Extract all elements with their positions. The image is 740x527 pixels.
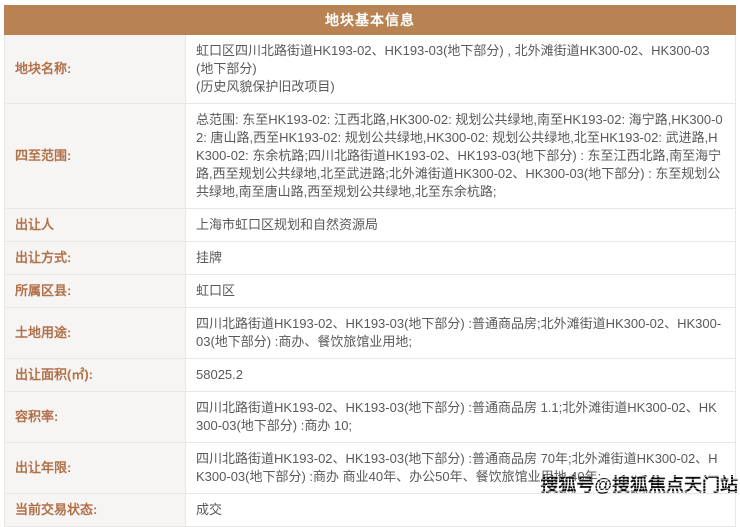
row-label: 四至范围: <box>5 104 186 209</box>
row-value: 虹口区 <box>186 275 736 308</box>
table-row: 出让方式:挂牌 <box>5 242 736 275</box>
table-row: 土地用途:四川北路街道HK193-02、HK193-03(地下部分) :普通商品… <box>5 308 736 359</box>
table-row: 出让面积(㎡):58025.2 <box>5 359 736 392</box>
row-label: 容积率: <box>5 392 186 443</box>
row-label: 地块名称: <box>5 35 186 104</box>
row-value: 成交 <box>186 494 736 527</box>
row-label: 出让人 <box>5 209 186 242</box>
row-value: 58025.2 <box>186 359 736 392</box>
table-row: 出让人上海市虹口区规划和自然资源局 <box>5 209 736 242</box>
row-label: 所属区县: <box>5 275 186 308</box>
row-label: 出让方式: <box>5 242 186 275</box>
table-row: 当前交易状态:成交 <box>5 494 736 527</box>
parcel-info-table: 地块基本信息 地块名称:虹口区四川北路街道HK193-02、HK193-03(地… <box>4 5 736 527</box>
table-title: 地块基本信息 <box>5 6 736 35</box>
row-label: 土地用途: <box>5 308 186 359</box>
row-value: 上海市虹口区规划和自然资源局 <box>186 209 736 242</box>
sohu-watermark: 搜狐号@搜狐焦点天门站 <box>540 471 738 497</box>
row-value: 四川北路街道HK193-02、HK193-03(地下部分) :普通商品房;北外滩… <box>186 308 736 359</box>
row-value: 挂牌 <box>186 242 736 275</box>
row-value: 总范围: 东至HK193-02: 江西北路,HK300-02: 规划公共绿地,南… <box>186 104 736 209</box>
row-value: 虹口区四川北路街道HK193-02、HK193-03(地下部分) , 北外滩街道… <box>186 35 736 104</box>
row-label: 出让年限: <box>5 443 186 494</box>
parcel-table-body: 地块名称:虹口区四川北路街道HK193-02、HK193-03(地下部分) , … <box>5 35 736 527</box>
row-label: 出让面积(㎡): <box>5 359 186 392</box>
table-row: 地块名称:虹口区四川北路街道HK193-02、HK193-03(地下部分) , … <box>5 35 736 104</box>
table-row: 容积率:四川北路街道HK193-02、HK193-03(地下部分) :普通商品房… <box>5 392 736 443</box>
table-row: 所属区县:虹口区 <box>5 275 736 308</box>
page: 地块基本信息 地块名称:虹口区四川北路街道HK193-02、HK193-03(地… <box>0 0 740 505</box>
table-header-row: 地块基本信息 <box>5 6 736 35</box>
row-label: 当前交易状态: <box>5 494 186 527</box>
table-row: 四至范围:总范围: 东至HK193-02: 江西北路,HK300-02: 规划公… <box>5 104 736 209</box>
row-value: 四川北路街道HK193-02、HK193-03(地下部分) :普通商品房 1.1… <box>186 392 736 443</box>
